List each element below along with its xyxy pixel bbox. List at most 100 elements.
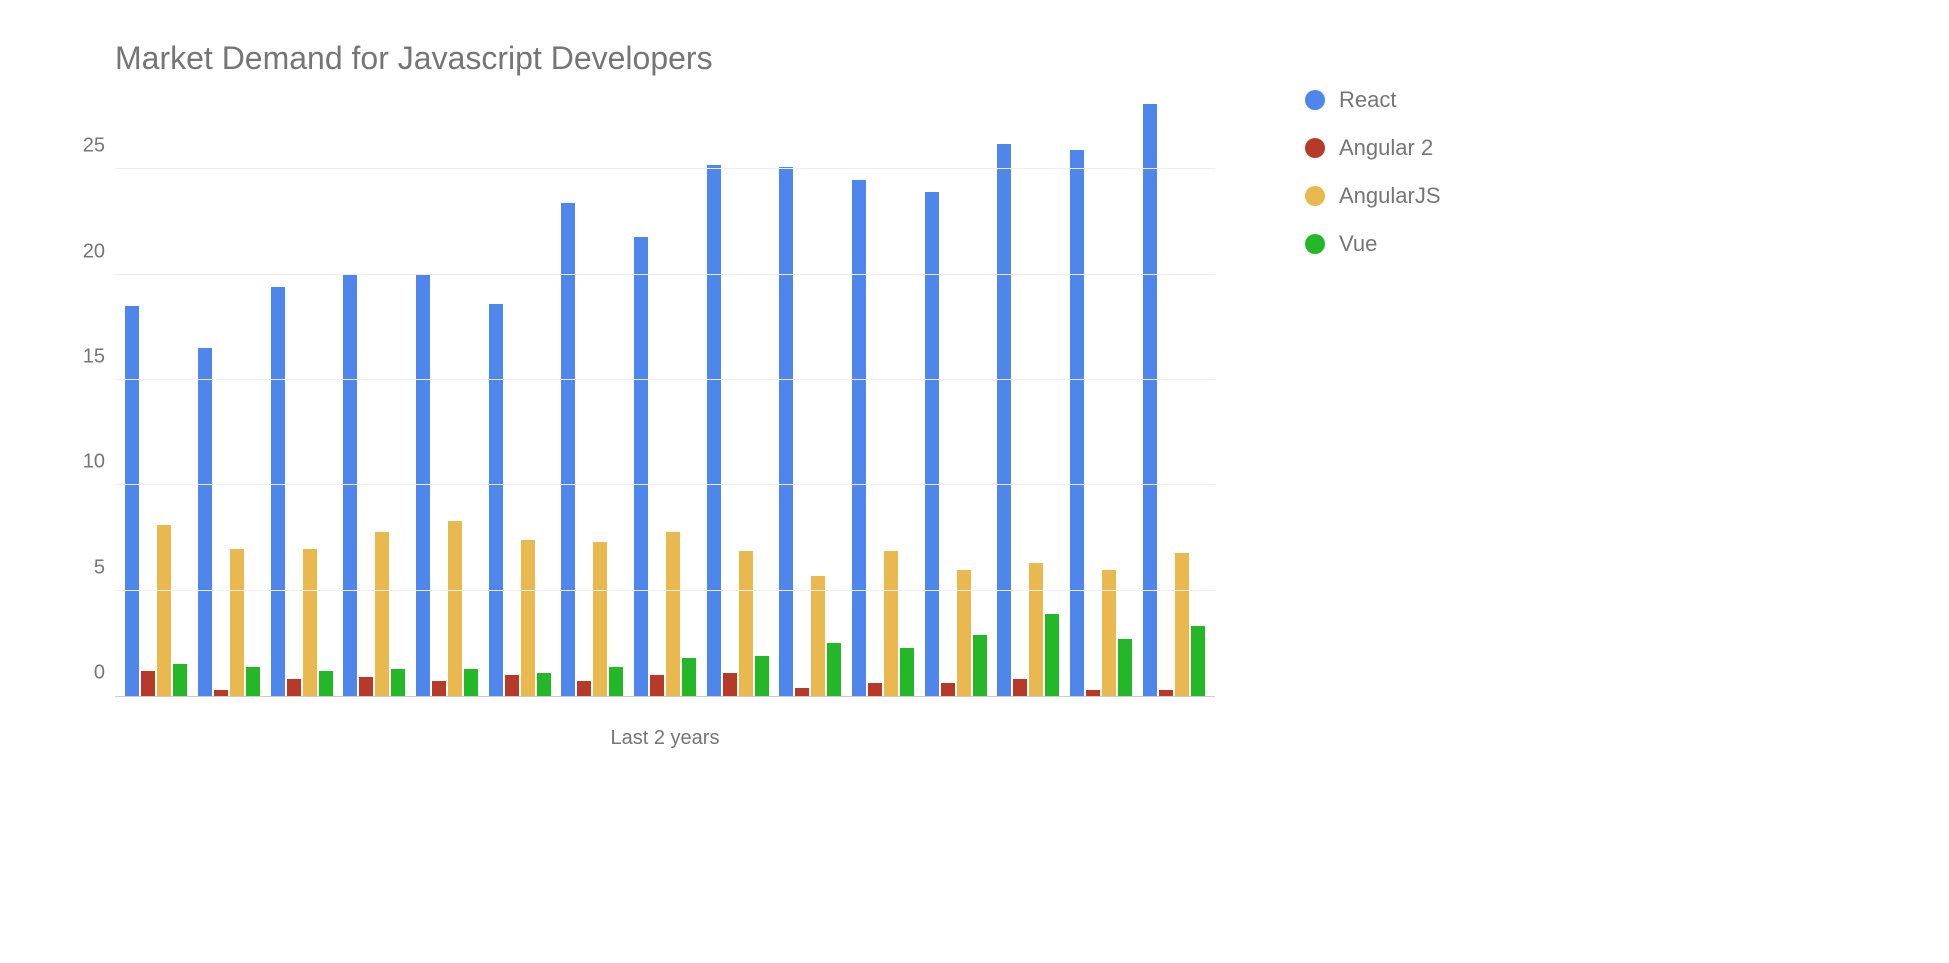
legend-item: AngularJS [1305,183,1441,209]
bar [537,673,551,696]
bar [1191,626,1205,696]
bar [755,656,769,696]
gridline [115,274,1215,275]
bar [1029,563,1043,696]
bar [319,671,333,696]
gridline [115,168,1215,169]
bar [448,521,462,696]
chart-container: Market Demand for Javascript Developers … [40,40,1910,920]
legend-swatch [1305,90,1325,110]
bar-group [919,192,992,696]
y-tick-label: 10 [60,451,105,474]
bar [1159,690,1173,696]
bar [577,681,591,696]
bar [973,635,987,696]
bar [707,165,721,696]
bar-group [992,144,1065,696]
bar [391,669,405,696]
bar [682,658,696,696]
bar [609,667,623,697]
chart-title: Market Demand for Javascript Developers [115,40,1910,77]
chart-body: 0510152025 Last 2 years ReactAngular 2An… [40,107,1910,750]
legend-swatch [1305,138,1325,158]
bar [1118,639,1132,696]
bar [432,681,446,696]
legend-swatch [1305,186,1325,206]
bar [1013,679,1027,696]
bar [505,675,519,696]
bar [957,570,971,696]
legend-label: Vue [1339,231,1377,257]
bar [593,542,607,696]
bar [1175,553,1189,696]
bar [246,667,260,697]
bar [173,664,187,696]
bar-group [483,304,556,696]
y-tick-label: 20 [60,240,105,263]
bar [650,675,664,696]
y-tick-label: 0 [60,662,105,685]
legend-label: React [1339,87,1396,113]
bar [375,532,389,696]
legend-item: Angular 2 [1305,135,1441,161]
plot-wrap: 0510152025 Last 2 years [115,107,1215,750]
y-tick-label: 5 [60,556,105,579]
legend-item: Vue [1305,231,1441,257]
bar [464,669,478,696]
y-tick-label: 25 [60,135,105,158]
bar [198,348,212,696]
bar [739,551,753,696]
bar [941,683,955,696]
bar-group [120,306,193,696]
bar [359,677,373,696]
bar [795,688,809,696]
bar [900,648,914,696]
bar [141,671,155,696]
bar-group [193,348,266,696]
bar-group [847,180,920,696]
bar [634,237,648,696]
bar-group [556,203,629,696]
bar [1102,570,1116,696]
bar-group [1065,150,1138,696]
bar [1086,690,1100,696]
bar [521,540,535,696]
bar [723,673,737,696]
legend-item: React [1305,87,1441,113]
bar [287,679,301,696]
bar [852,180,866,696]
y-tick-label: 15 [60,345,105,368]
gridline [115,379,1215,380]
bar [779,167,793,696]
bar [1070,150,1084,696]
bar [561,203,575,696]
bar [827,643,841,696]
bar-group [629,237,702,696]
bars-container [115,107,1215,696]
bar [925,192,939,696]
bar [489,304,503,696]
legend: React Angular 2 AngularJS Vue [1305,87,1441,279]
plot-area: 0510152025 [115,107,1215,697]
bar-group [1137,104,1210,696]
bar [1143,104,1157,696]
bar [230,549,244,697]
legend-label: AngularJS [1339,183,1441,209]
bar [214,690,228,696]
gridline [115,484,1215,485]
bar [811,576,825,696]
bar [271,287,285,696]
bar-group [265,287,338,696]
x-axis-label: Last 2 years [115,727,1215,750]
bar-group [774,167,847,696]
bar [997,144,1011,696]
bar [157,525,171,696]
legend-label: Angular 2 [1339,135,1433,161]
bar [884,551,898,696]
bar [666,532,680,696]
legend-swatch [1305,234,1325,254]
gridline [115,590,1215,591]
bar [868,683,882,696]
bar [125,306,139,696]
bar [303,549,317,697]
